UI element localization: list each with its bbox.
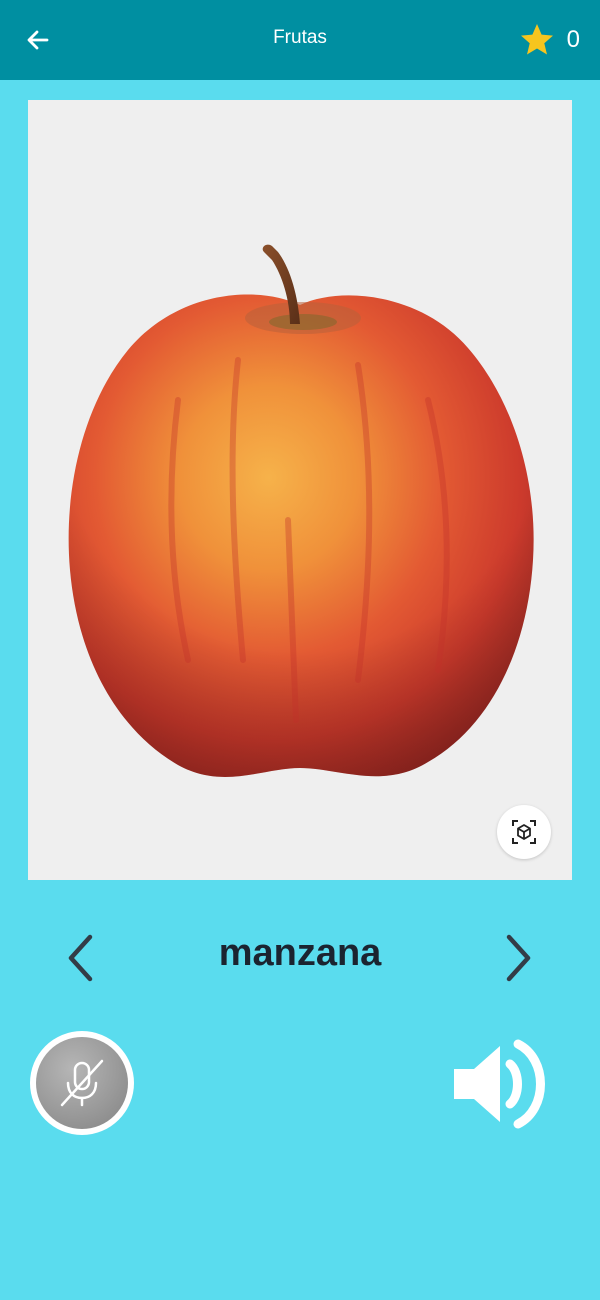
next-word-button[interactable] <box>494 928 544 988</box>
microphone-button-face <box>36 1037 128 1129</box>
microphone-off-icon <box>60 1059 104 1107</box>
microphone-button[interactable] <box>30 1031 134 1135</box>
previous-word-button[interactable] <box>55 928 105 988</box>
star-icon <box>520 24 553 55</box>
page-title: Frutas <box>273 27 327 48</box>
ar-cube-icon <box>512 820 536 844</box>
chevron-right-icon <box>506 934 531 982</box>
ar-view-button[interactable] <box>497 805 551 859</box>
flashcard-image <box>28 100 572 880</box>
chevron-left-icon <box>68 934 93 982</box>
apple-image <box>68 244 534 777</box>
score-count: 0 <box>566 26 580 53</box>
app-bar: Frutas 0 <box>0 0 600 80</box>
score-display: 0 <box>519 22 580 58</box>
speaker-volume-icon <box>454 1039 545 1129</box>
word-label: manzana <box>218 932 382 974</box>
speaker-button[interactable] <box>448 1034 552 1134</box>
